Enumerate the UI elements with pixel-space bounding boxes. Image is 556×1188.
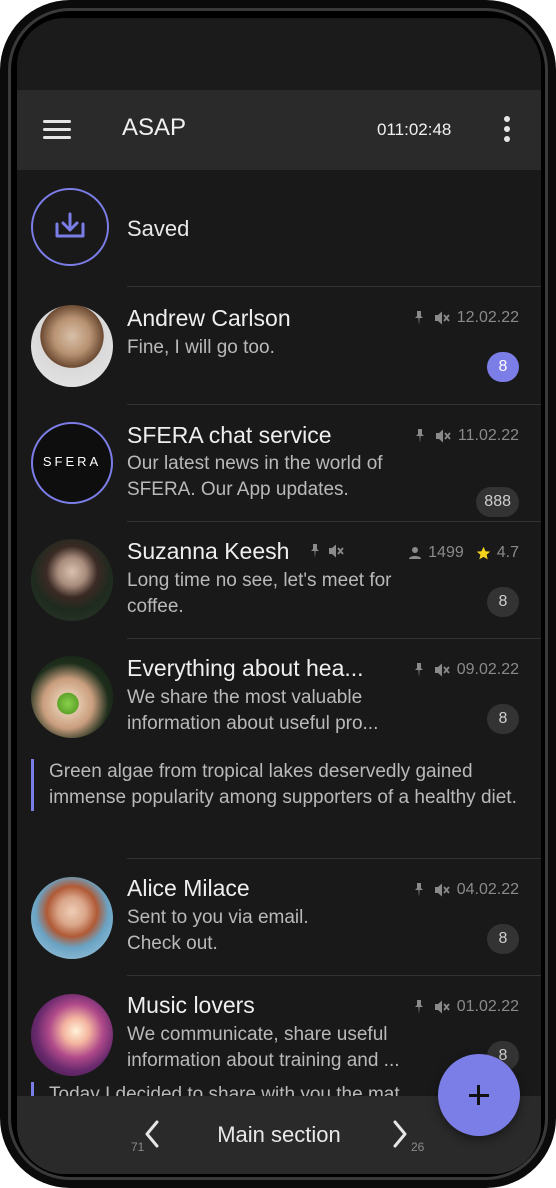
avatar [31, 994, 113, 1076]
app-title: ASAP [122, 114, 187, 141]
chat-list: Saved Andrew Carlson 12.02.22 Fine, I wi… [17, 170, 541, 1096]
avatar [31, 305, 113, 387]
members-count: 1499 [428, 544, 464, 561]
chat-meta: 12.02.22 [411, 309, 519, 327]
chat-name: Everything about hea... [127, 655, 364, 681]
unread-badge: 888 [476, 487, 519, 517]
chat-date: 12.02.22 [456, 309, 519, 326]
chat-preview: Our latest news in the world of SFERA. O… [127, 453, 383, 500]
pin-icon [414, 311, 423, 325]
pin-icon [414, 883, 423, 897]
next-count: 26 [411, 1140, 425, 1154]
avatar [31, 539, 113, 621]
star-icon [476, 546, 490, 559]
chat-quote: Today I decided to share with you the ma… [31, 1082, 449, 1096]
mute-icon [434, 663, 450, 677]
mute-icon [329, 544, 344, 558]
chat-item-alice-milace[interactable]: Alice Milace 04.02.22 Sent to you via em… [17, 859, 541, 976]
chat-date: 09.02.22 [456, 661, 519, 678]
unread-badge: 8 [487, 924, 519, 954]
chat-item-sfera[interactable]: SFERA SFERA chat service 11.02.22 Our la… [17, 405, 541, 522]
user-icon [409, 547, 422, 559]
mute-icon [435, 429, 451, 443]
chat-preview: Sent to you via email. Check out. [127, 907, 309, 954]
saved-item[interactable]: Saved [17, 170, 541, 288]
new-chat-button[interactable] [438, 1054, 520, 1136]
pin-icon [414, 663, 423, 677]
chat-name: Suzanna Keesh [127, 538, 290, 564]
screen: ASAP 011:02:48 Saved Andrew Carlson 12.0… [17, 18, 541, 1174]
download-icon [55, 212, 85, 238]
chat-preview: Long time no see, let's meet for coffee. [127, 570, 392, 617]
status-bar [17, 18, 541, 90]
mute-icon [434, 1000, 450, 1014]
chat-meta: 1499 4.7 [408, 544, 519, 562]
chat-preview: Fine, I will go too. [127, 337, 275, 358]
unread-badge: 8 [487, 352, 519, 382]
saved-label: Saved [127, 216, 190, 241]
sfera-logo: SFERA [42, 454, 102, 469]
avatar [31, 656, 113, 738]
app-bar: ASAP 011:02:48 [17, 90, 541, 170]
chat-name: Music lovers [127, 992, 255, 1018]
rating: 4.7 [496, 544, 519, 561]
clock: 011:02:48 [377, 120, 452, 139]
avatar: SFERA [31, 422, 113, 504]
saved-avatar [31, 188, 109, 266]
chat-meta: 11.02.22 [412, 427, 519, 445]
chat-name: SFERA chat service [127, 422, 332, 448]
chat-preview: We share the most valuable information a… [127, 687, 379, 734]
pin-icon [414, 1000, 423, 1014]
chat-item-suzanna-keesh[interactable]: Suzanna Keesh 1499 4.7 Long time no see,… [17, 522, 541, 639]
unread-badge: 8 [487, 704, 519, 734]
menu-icon[interactable] [43, 120, 71, 140]
avatar [31, 877, 113, 959]
chat-item-health[interactable]: Everything about hea... 09.02.22 We shar… [17, 639, 541, 858]
chat-meta: 09.02.22 [411, 661, 519, 679]
mute-icon [434, 883, 450, 897]
mute-icon [434, 311, 450, 325]
chat-meta: 04.02.22 [411, 881, 519, 899]
chat-date: 11.02.22 [457, 427, 519, 444]
more-vertical-icon[interactable] [503, 116, 511, 144]
chat-date: 04.02.22 [456, 881, 519, 898]
unread-badge: 8 [487, 587, 519, 617]
chat-meta: 01.02.22 [411, 998, 519, 1016]
phone-frame: ASAP 011:02:48 Saved Andrew Carlson 12.0… [0, 0, 556, 1188]
pin-icon [311, 544, 319, 558]
chat-date: 01.02.22 [456, 998, 519, 1015]
chat-quote: Green algae from tropical lakes deserved… [31, 759, 539, 811]
pin-icon [415, 429, 424, 443]
chat-item-andrew-carlson[interactable]: Andrew Carlson 12.02.22 Fine, I will go … [17, 287, 541, 404]
chat-preview: We communicate, share useful information… [127, 1024, 400, 1071]
chat-name: Andrew Carlson [127, 305, 291, 331]
chat-name: Alice Milace [127, 875, 250, 901]
